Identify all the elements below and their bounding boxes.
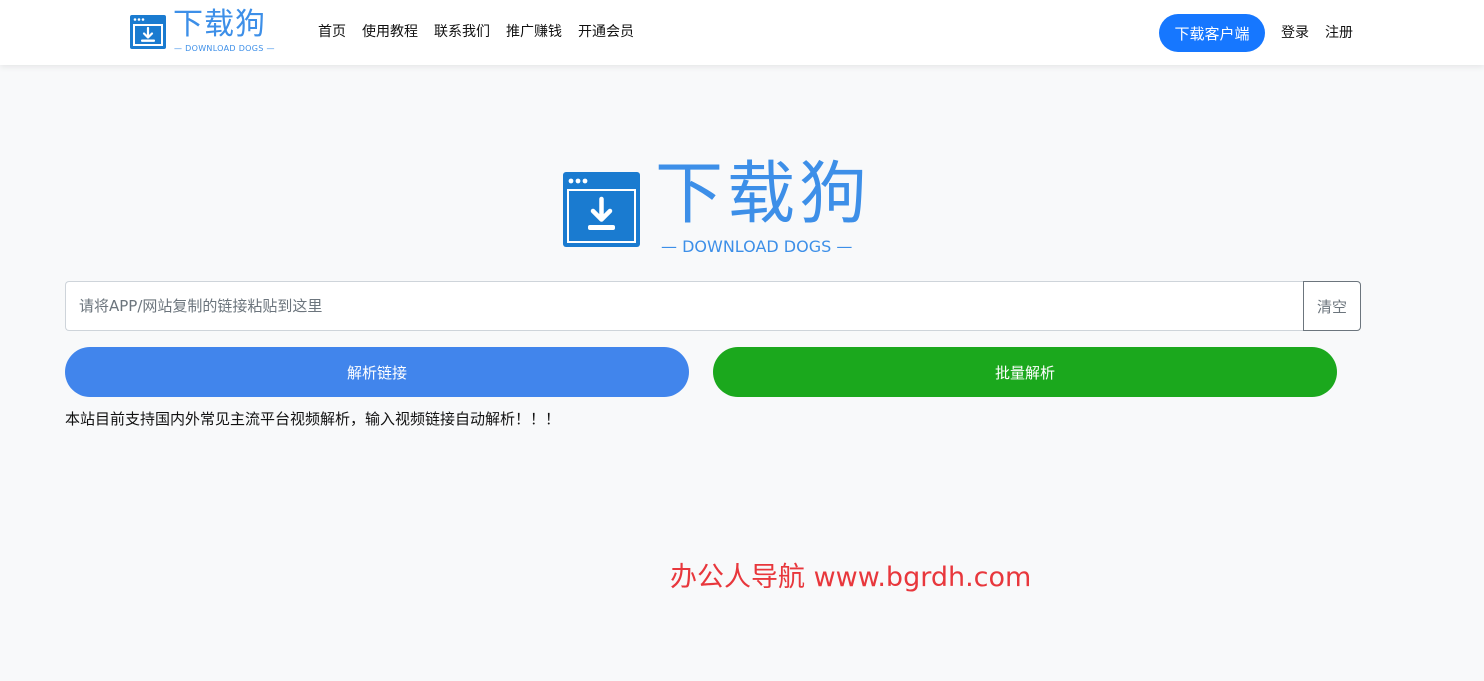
support-notice: 本站目前支持国内外常见主流平台视频解析，输入视频链接自动解析！！！ bbox=[65, 410, 561, 428]
batch-parse-button[interactable]: 批量解析 bbox=[713, 347, 1337, 397]
parse-link-button[interactable]: 解析链接 bbox=[65, 347, 689, 397]
hero-logo-subtitle: — DOWNLOAD DOGS — bbox=[661, 237, 853, 256]
login-link[interactable]: 登录 bbox=[1281, 23, 1309, 43]
hero-logo: 下载狗 — DOWNLOAD DOGS — bbox=[563, 155, 867, 263]
nav-membership[interactable]: 开通会员 bbox=[578, 22, 634, 42]
nav-promote[interactable]: 推广赚钱 bbox=[506, 22, 562, 42]
hero-logo-title: 下载狗 bbox=[655, 155, 872, 234]
header-logo-title: 下载狗 bbox=[173, 7, 266, 42]
nav-home[interactable]: 首页 bbox=[318, 22, 346, 42]
nav-contact[interactable]: 联系我们 bbox=[434, 22, 490, 42]
nav-tutorial[interactable]: 使用教程 bbox=[362, 22, 418, 42]
header-logo-subtitle: — DOWNLOAD DOGS — bbox=[174, 44, 275, 53]
register-link[interactable]: 注册 bbox=[1325, 23, 1353, 43]
link-input[interactable] bbox=[65, 281, 1304, 331]
main-nav: 首页 使用教程 联系我们 推广赚钱 开通会员 bbox=[318, 22, 650, 42]
watermark-text: 办公人导航 www.bgrdh.com bbox=[670, 562, 1032, 593]
top-navbar: 下载狗 — DOWNLOAD DOGS — 首页 使用教程 联系我们 推广赚钱 … bbox=[0, 0, 1484, 65]
header-logo[interactable]: 下载狗 — DOWNLOAD DOGS — bbox=[130, 7, 275, 55]
download-client-button[interactable]: 下载客户端 bbox=[1159, 14, 1265, 52]
download-window-icon bbox=[563, 172, 640, 247]
clear-button[interactable]: 清空 bbox=[1303, 281, 1361, 331]
download-window-icon bbox=[130, 15, 166, 49]
